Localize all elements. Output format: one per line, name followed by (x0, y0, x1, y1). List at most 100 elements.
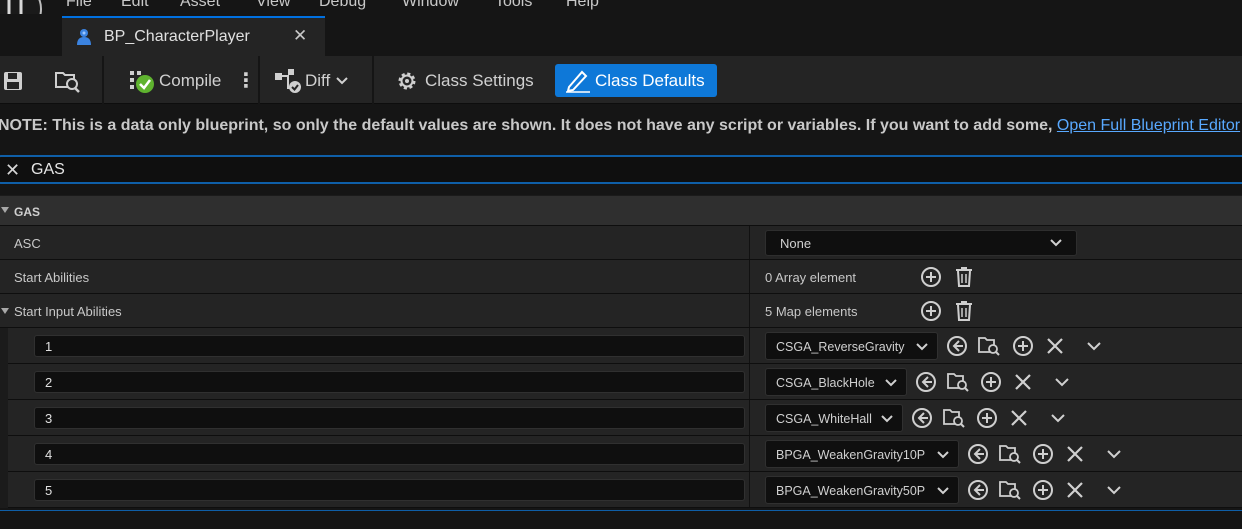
property-label: ASC (14, 236, 41, 251)
clear-search-icon[interactable]: ✕ (5, 160, 20, 181)
column-divider[interactable] (749, 294, 750, 327)
ability-class-dropdown[interactable]: CSGA_BlackHole (765, 368, 907, 396)
clear-value-icon[interactable] (1009, 408, 1029, 428)
property-start-input-abilities: Start Input Abilities 5 Map elements (0, 294, 1242, 328)
add-element-icon[interactable] (1012, 335, 1034, 357)
category-gas[interactable]: GAS (0, 195, 1242, 226)
toolbar-separator (258, 56, 260, 104)
menu-window[interactable]: Window (402, 0, 459, 11)
save-icon (4, 71, 22, 90)
menu-asset[interactable]: Asset (180, 0, 220, 11)
expand-arrow-icon[interactable] (1, 308, 9, 314)
clear-value-icon[interactable] (1013, 372, 1033, 392)
use-selected-asset-icon[interactable] (911, 407, 933, 429)
clear-value-icon[interactable] (1065, 444, 1085, 464)
menu-edit[interactable]: Edit (121, 0, 149, 11)
chevron-down-icon[interactable] (1087, 341, 1101, 351)
ability-class-dropdown[interactable]: CSGA_ReverseGravity (765, 332, 938, 360)
map-key-field[interactable]: 4 (34, 443, 745, 465)
ability-class-dropdown[interactable]: BPGA_WeakenGravity10P (765, 440, 959, 468)
chevron-down-icon (937, 487, 949, 495)
clear-value-icon[interactable] (1065, 480, 1085, 500)
use-selected-asset-icon[interactable] (967, 479, 989, 501)
column-divider[interactable] (749, 364, 750, 399)
menu-file[interactable]: File (66, 0, 92, 11)
column-divider[interactable] (749, 226, 750, 259)
use-selected-asset-icon[interactable] (946, 335, 968, 357)
toolbar-separator (102, 56, 104, 104)
browse-button[interactable] (54, 64, 82, 97)
menu-view[interactable]: View (256, 0, 290, 11)
browse-asset-icon[interactable] (999, 443, 1021, 465)
chevron-down-icon[interactable] (1107, 485, 1121, 495)
browse-asset-icon[interactable] (943, 407, 965, 429)
browse-asset-icon[interactable] (999, 479, 1021, 501)
diff-label: Diff (305, 70, 331, 90)
add-element-icon[interactable] (920, 300, 942, 322)
ability-class-dropdown[interactable]: BPGA_WeakenGravity50P (765, 476, 959, 504)
chevron-down-icon[interactable] (1055, 377, 1069, 387)
compile-options-button[interactable]: ⋮ (236, 64, 256, 97)
close-icon[interactable]: ✕ (293, 26, 307, 46)
note-text: NOTE: This is a data only blueprint, so … (0, 117, 1057, 134)
data-only-note: NOTE: This is a data only blueprint, so … (0, 104, 1242, 150)
map-entry-row: 1 CSGA_ReverseGravity (0, 328, 1242, 364)
trash-icon[interactable] (954, 300, 974, 322)
menu-tools[interactable]: Tools (495, 0, 532, 11)
compile-button[interactable]: Compile (129, 64, 221, 97)
add-element-icon[interactable] (1032, 443, 1054, 465)
add-element-icon[interactable] (976, 407, 998, 429)
save-button[interactable] (2, 64, 24, 97)
ability-class-dropdown[interactable]: CSGA_WhiteHall (765, 404, 903, 432)
use-selected-asset-icon[interactable] (915, 371, 937, 393)
tab-row: BP_CharacterPlayer ✕ (0, 14, 1242, 56)
add-element-icon[interactable] (1032, 479, 1054, 501)
map-key-field[interactable]: 5 (34, 479, 745, 501)
tab-title: BP_CharacterPlayer (104, 28, 250, 45)
search-input[interactable] (31, 159, 631, 181)
chevron-down-icon (1050, 239, 1062, 247)
class-defaults-edit-icon (566, 70, 590, 93)
chevron-down-icon[interactable] (1051, 413, 1065, 423)
compile-success-icon (130, 70, 154, 93)
map-key-field[interactable]: 3 (34, 407, 745, 429)
gear-icon (398, 72, 416, 89)
menu-bar: File Edit Asset View Debug Window Tools … (0, 0, 1242, 14)
add-element-icon[interactable] (980, 371, 1002, 393)
expand-arrow-icon[interactable] (1, 207, 9, 213)
use-selected-asset-icon[interactable] (967, 443, 989, 465)
open-full-blueprint-editor-link[interactable]: Open Full Blueprint Editor (1057, 117, 1240, 134)
menu-help[interactable]: Help (566, 0, 599, 11)
class-defaults-label: Class Defaults (595, 70, 705, 90)
column-divider[interactable] (749, 260, 750, 293)
diff-icon (275, 68, 301, 93)
map-key-field[interactable]: 2 (34, 371, 745, 393)
class-defaults-button[interactable]: Class Defaults (555, 64, 717, 97)
add-element-icon[interactable] (920, 266, 942, 288)
column-divider[interactable] (749, 436, 750, 471)
toolbar-separator (372, 56, 374, 104)
trash-icon[interactable] (954, 266, 974, 288)
asc-dropdown[interactable]: None (765, 230, 1077, 256)
class-settings-button[interactable]: Class Settings (395, 64, 534, 97)
menu-debug[interactable]: Debug (319, 0, 366, 11)
map-entry-row: 2 CSGA_BlackHole (0, 364, 1242, 400)
column-divider[interactable] (749, 328, 750, 363)
toolbar: Compile ⋮ Diff Class Settings Class Defa… (0, 56, 1242, 104)
chevron-down-icon (336, 76, 348, 84)
ability-class-value: CSGA_WhiteHall (776, 412, 872, 426)
tab-bp-characterplayer[interactable]: BP_CharacterPlayer ✕ (62, 16, 325, 56)
browse-asset-icon[interactable] (947, 371, 969, 393)
column-divider[interactable] (749, 472, 750, 507)
column-divider[interactable] (749, 400, 750, 435)
indent-guide (0, 472, 8, 508)
browse-folder-icon (55, 71, 80, 93)
browse-asset-icon[interactable] (978, 335, 1000, 357)
unreal-logo-icon[interactable] (0, 0, 42, 14)
chevron-down-icon (881, 415, 893, 423)
map-key-field[interactable]: 1 (34, 335, 745, 357)
diff-button[interactable]: Diff (274, 64, 348, 97)
indent-guide (0, 400, 8, 436)
chevron-down-icon[interactable] (1107, 449, 1121, 459)
clear-value-icon[interactable] (1045, 336, 1065, 356)
